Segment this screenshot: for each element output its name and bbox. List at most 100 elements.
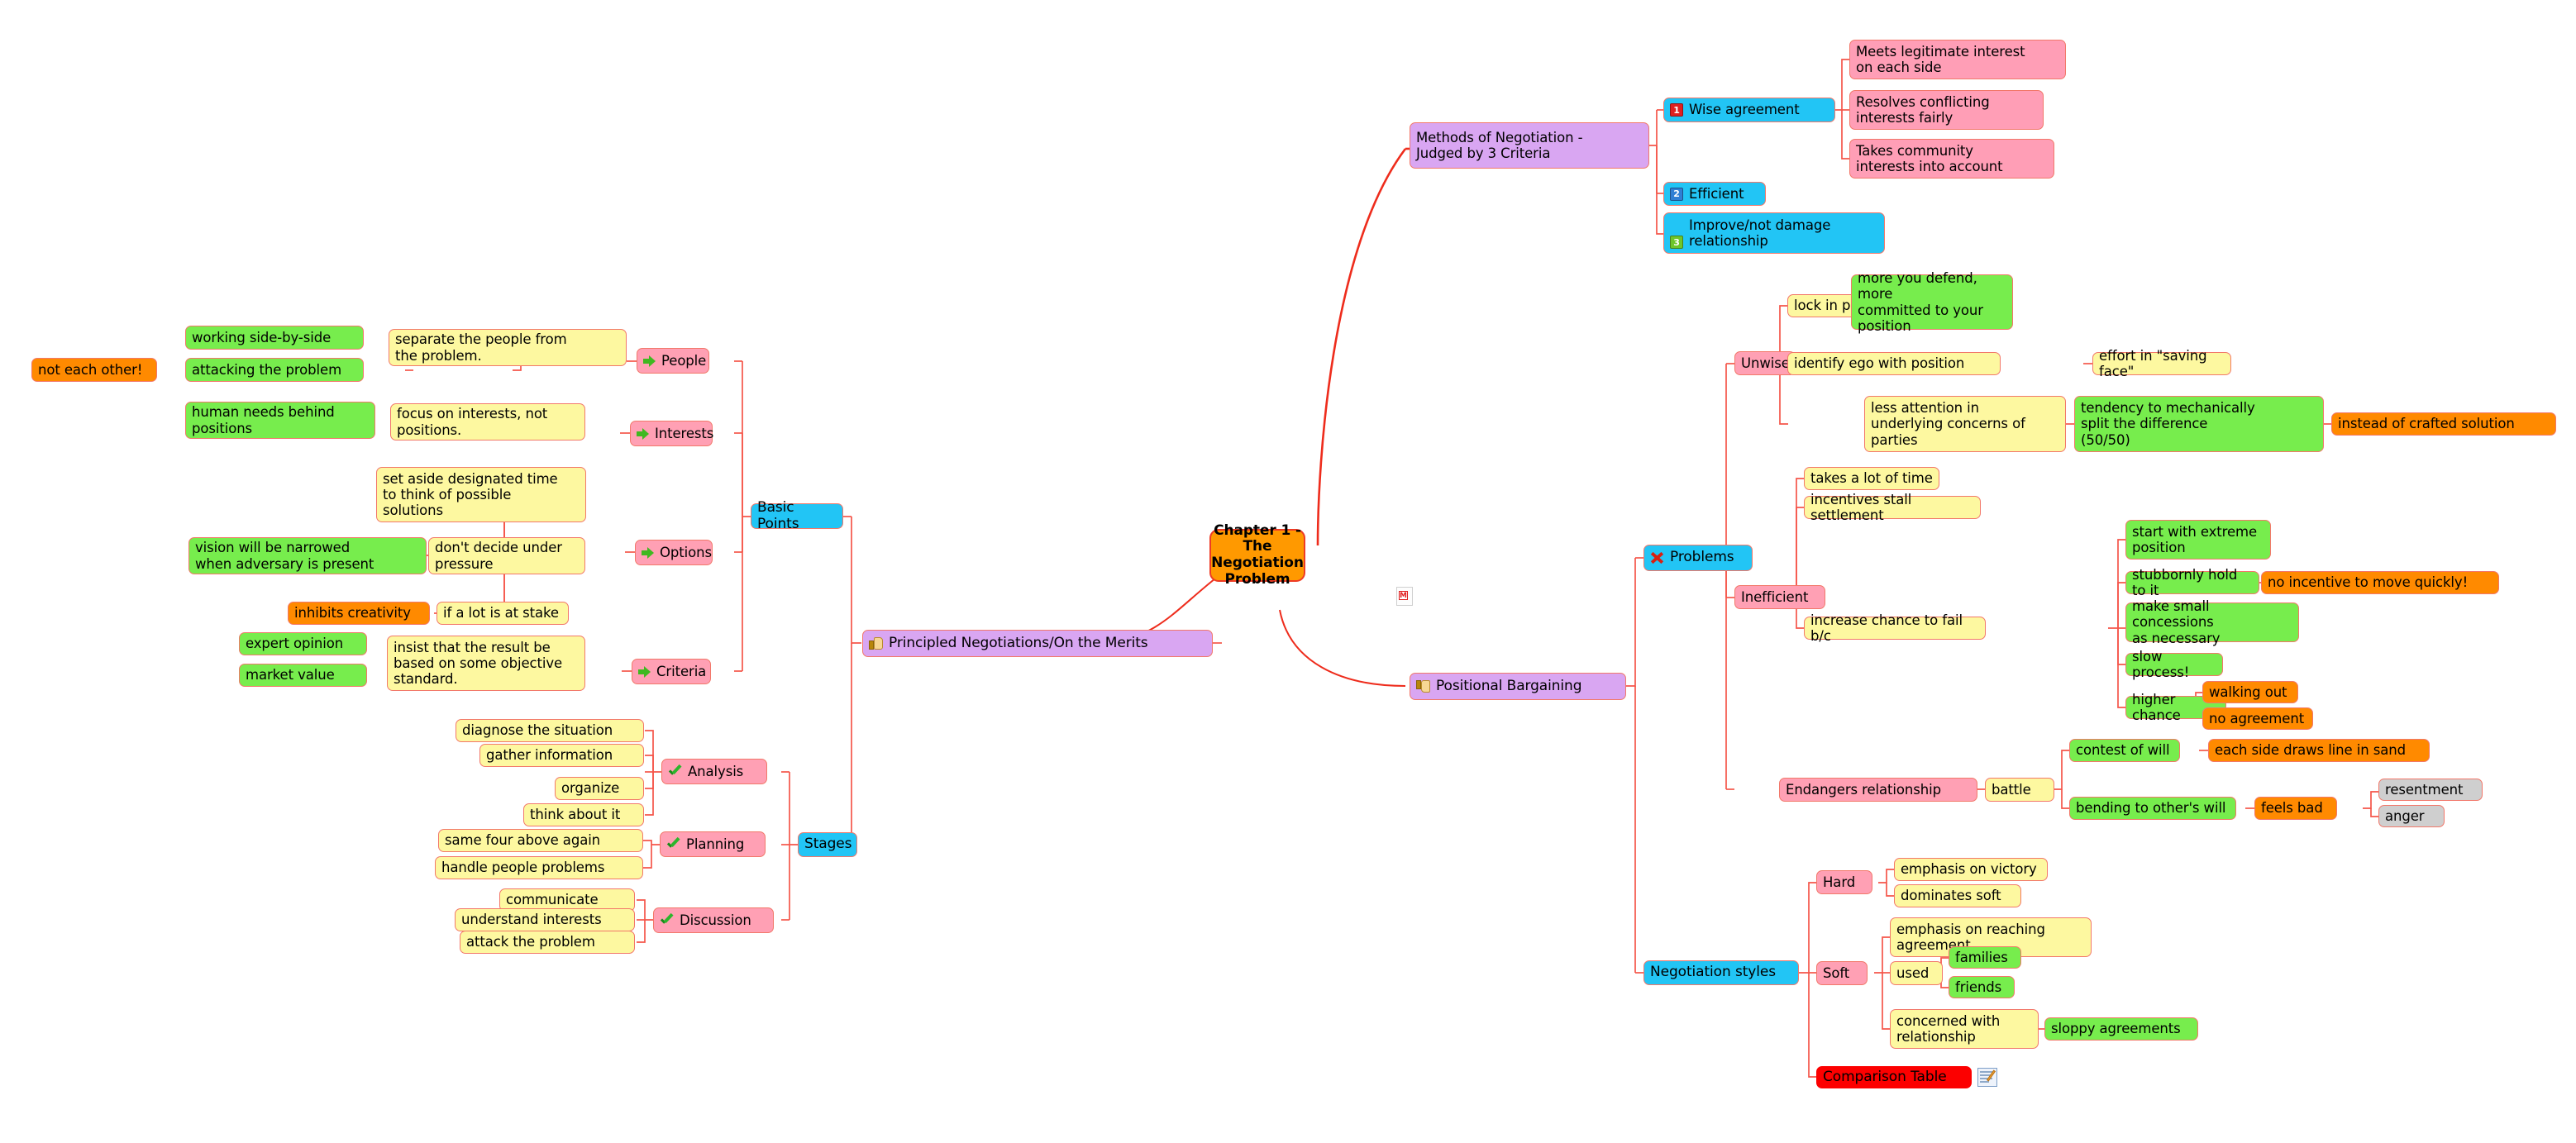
node-start-with-extreme-position[interactable]: start with extreme position: [2125, 520, 2271, 560]
node-insist-objective-standard[interactable]: insist that the result be based on some …: [387, 636, 585, 691]
node-each-side-draws-line-in-sand[interactable]: each side draws line in sand: [2208, 739, 2430, 762]
node-bending-to-others-will[interactable]: bending to other's will: [2069, 797, 2236, 820]
check-icon: [660, 914, 674, 927]
node-attack-the-problem[interactable]: attack the problem: [460, 931, 635, 954]
node-endangers-relationship[interactable]: Endangers relationship: [1779, 778, 1977, 802]
node-handle-people-problems[interactable]: handle people problems: [435, 856, 643, 879]
node-make-small-concessions[interactable]: make small concessions as necessary: [2125, 598, 2299, 646]
node-gather-information[interactable]: gather information: [479, 744, 644, 767]
node-more-you-defend[interactable]: more you defend, more committed to your …: [1851, 270, 2013, 334]
stage-child-label: diagnose the situation: [462, 722, 613, 739]
node-efficient[interactable]: 2 Efficient: [1663, 182, 1766, 206]
row-tail: feels bad: [2261, 800, 2323, 817]
node-problems[interactable]: Problems: [1643, 545, 1753, 571]
battle-label: battle: [1992, 781, 2031, 798]
option-detail: if a lot is at stake: [443, 605, 559, 622]
node-slow-process[interactable]: slow process!: [2125, 649, 2223, 680]
node-positional-bargaining[interactable]: Positional Bargaining: [1410, 673, 1626, 700]
node-market-value[interactable]: market value: [239, 664, 367, 687]
sub-label: working side-by-side: [192, 329, 332, 345]
node-anger[interactable]: anger: [2378, 805, 2445, 827]
positional-label: Positional Bargaining: [1436, 677, 1582, 694]
node-soft[interactable]: Soft: [1816, 961, 1868, 985]
node-battle[interactable]: battle: [1985, 778, 2054, 802]
node-sloppy-agreements[interactable]: sloppy agreements: [2044, 1017, 2198, 1041]
node-inhibits-creativity[interactable]: inhibits creativity: [288, 602, 430, 625]
node-increase-chance-to-fail[interactable]: increase chance to fail b/c: [1804, 612, 1986, 644]
node-basic-points[interactable]: Basic Points: [751, 499, 843, 531]
node-effort-in-saving-face[interactable]: effort in "saving face": [2092, 348, 2231, 379]
node-meets-legitimate-interest[interactable]: Meets legitimate interest on each side: [1849, 40, 2066, 79]
node-takes-community-interests[interactable]: Takes community interests into account: [1849, 139, 2054, 179]
table-edit-icon[interactable]: [1977, 1068, 1997, 1087]
node-discussion[interactable]: Discussion: [653, 907, 774, 933]
node-stubbornly-hold-to-it[interactable]: stubbornly hold to it: [2125, 567, 2259, 598]
node-unwise[interactable]: Unwise: [1734, 351, 1796, 375]
row-next: more you defend, more committed to your …: [1858, 270, 1983, 334]
node-not-each-other[interactable]: not each other!: [31, 358, 157, 382]
node-takes-a-lot-of-time[interactable]: takes a lot of time: [1804, 467, 1939, 490]
note-m-icon[interactable]: M: [1396, 587, 1413, 606]
tail-label: anger: [2385, 807, 2425, 824]
node-understand-interests[interactable]: understand interests: [455, 908, 635, 931]
node-interests[interactable]: Interests: [630, 421, 713, 446]
node-options[interactable]: Options: [635, 540, 713, 565]
node-dont-decide-under-pressure[interactable]: don't decide under pressure: [428, 537, 585, 574]
criteria-child-label: Resolves conflicting interests fairly: [1856, 93, 1990, 126]
node-attacking-the-problem[interactable]: attacking the problem: [185, 358, 364, 382]
red-x-icon: [1650, 551, 1664, 564]
node-diagnose-the-situation[interactable]: diagnose the situation: [456, 719, 644, 742]
node-separate-people-problem[interactable]: separate the people from the problem.: [389, 329, 627, 366]
node-walking-out[interactable]: walking out: [2202, 681, 2298, 703]
node-resentment[interactable]: resentment: [2378, 779, 2483, 801]
people-detail: separate the people from the problem.: [395, 331, 567, 364]
node-people[interactable]: People: [637, 348, 709, 374]
root-node[interactable]: Chapter 1 - The Negotiation Problem: [1209, 522, 1305, 588]
node-identify-ego-with-position[interactable]: identify ego with position: [1787, 352, 2001, 375]
fail-child-label: slow process!: [2132, 648, 2190, 680]
node-stages[interactable]: Stages: [798, 832, 857, 857]
node-instead-of-crafted-solution[interactable]: instead of crafted solution: [2331, 412, 2556, 436]
node-friends[interactable]: friends: [1949, 976, 2015, 998]
node-planning[interactable]: Planning: [660, 831, 766, 857]
node-contest-of-will[interactable]: contest of will: [2069, 739, 2180, 762]
node-analysis[interactable]: Analysis: [661, 759, 767, 784]
fail-child-label: stubbornly hold to it: [2132, 566, 2238, 598]
node-used[interactable]: used: [1890, 961, 1943, 985]
node-principled-negotiations[interactable]: Principled Negotiations/On the Merits: [862, 630, 1213, 657]
node-comparison-table[interactable]: Comparison Table: [1816, 1066, 1972, 1088]
node-improve-relationship[interactable]: 3 Improve/not damage relationship: [1663, 212, 1885, 254]
node-hard[interactable]: Hard: [1816, 870, 1872, 894]
node-no-agreement[interactable]: no agreement: [2202, 707, 2313, 730]
sub-label: families: [1955, 949, 2008, 965]
node-no-incentive-to-move-quickly[interactable]: no incentive to move quickly!: [2261, 571, 2499, 594]
node-organize[interactable]: organize: [555, 777, 644, 800]
node-same-four-above-again[interactable]: same four above again: [438, 829, 643, 852]
node-concerned-with-relationship[interactable]: concerned with relationship: [1890, 1009, 2039, 1049]
sub-label: expert opinion: [246, 636, 344, 652]
node-less-attention-underlying[interactable]: less attention in underlying concerns of…: [1864, 396, 2066, 452]
node-negotiation-styles[interactable]: Negotiation styles: [1643, 960, 1799, 985]
node-resolves-conflicting-interests[interactable]: Resolves conflicting interests fairly: [1849, 90, 2044, 130]
row-next: effort in "saving face": [2099, 347, 2207, 379]
node-dominates-soft[interactable]: dominates soft: [1894, 884, 2021, 907]
node-methods-of-negotiation[interactable]: Methods of Negotiation - Judged by 3 Cri…: [1410, 122, 1649, 169]
node-if-a-lot-is-at-stake[interactable]: if a lot is at stake: [436, 602, 569, 625]
node-inefficient[interactable]: Inefficient: [1734, 585, 1825, 609]
node-set-aside-time[interactable]: set aside designated time to think of po…: [376, 467, 586, 522]
node-working-side-by-side[interactable]: working side-by-side: [185, 326, 364, 350]
node-feels-bad[interactable]: feels bad: [2254, 797, 2337, 820]
node-focus-on-interests[interactable]: focus on interests, not positions.: [390, 403, 585, 441]
node-think-about-it[interactable]: think about it: [523, 803, 644, 826]
node-families[interactable]: families: [1949, 946, 2021, 969]
arrow-right-icon: [637, 427, 649, 440]
node-expert-opinion[interactable]: expert opinion: [239, 632, 367, 655]
node-tendency-split-difference[interactable]: tendency to mechanically split the diffe…: [2074, 396, 2324, 452]
node-criteria[interactable]: Criteria: [632, 659, 711, 684]
node-human-needs-behind-positions[interactable]: human needs behind positions: [185, 402, 375, 439]
node-vision-narrowed[interactable]: vision will be narrowed when adversary i…: [188, 537, 427, 574]
node-incentives-stall-settlement[interactable]: incentives stall settlement: [1804, 492, 1981, 523]
node-emphasis-on-victory[interactable]: emphasis on victory: [1894, 858, 2048, 881]
row-label: identify ego with position: [1794, 355, 1965, 372]
node-wise-agreement[interactable]: 1 Wise agreement: [1663, 98, 1835, 122]
